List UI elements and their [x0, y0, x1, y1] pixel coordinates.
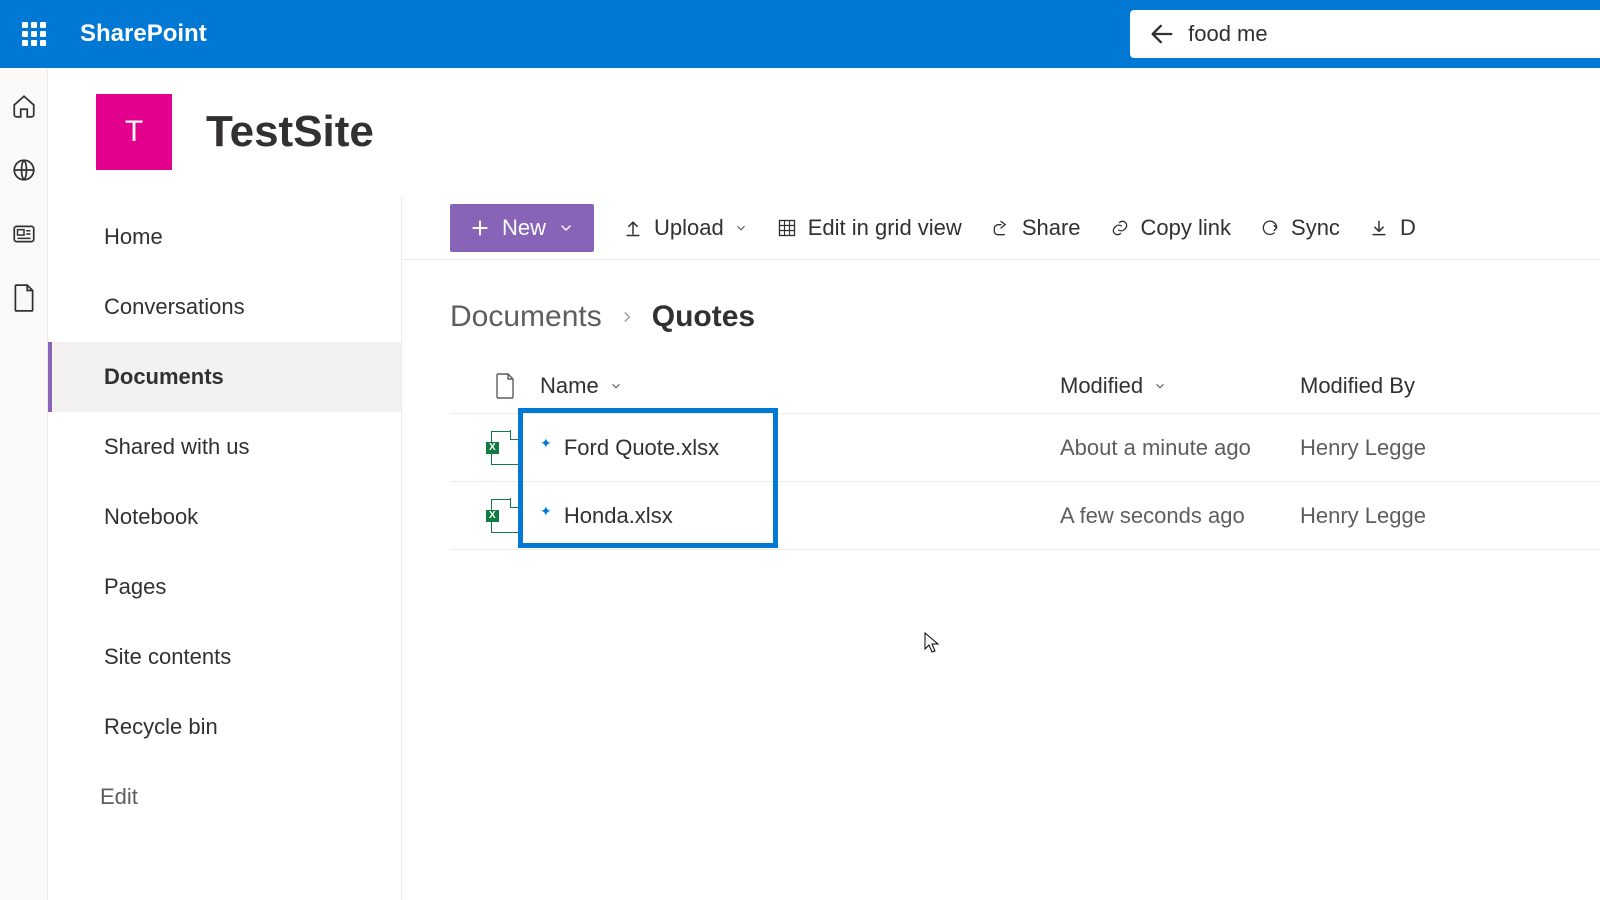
- globe-icon: [11, 157, 37, 183]
- site-title[interactable]: TestSite: [206, 107, 374, 157]
- brand-label[interactable]: SharePoint: [80, 20, 207, 48]
- top-bar: SharePoint: [0, 0, 1600, 68]
- table-row[interactable]: X ✦ Ford Quote.xlsx About a minute ago H…: [450, 414, 1600, 482]
- sync-icon: [1259, 217, 1281, 239]
- global-rail: [0, 68, 48, 900]
- edit-grid-button[interactable]: Edit in grid view: [776, 215, 962, 241]
- file-list: Name Modified Modified By: [402, 358, 1600, 550]
- breadcrumb-current: Quotes: [652, 300, 755, 334]
- grid-icon: [776, 217, 798, 239]
- download-label: D: [1400, 215, 1416, 241]
- copy-link-label: Copy link: [1141, 215, 1231, 241]
- document-icon: [495, 373, 515, 399]
- sync-label: Sync: [1291, 215, 1340, 241]
- new-indicator-icon: ✦: [540, 435, 552, 452]
- nav-recycle-bin[interactable]: Recycle bin: [48, 692, 401, 762]
- chevron-down-icon: [1153, 379, 1167, 393]
- nav-conversations[interactable]: Conversations: [48, 272, 401, 342]
- breadcrumb: Documents Quotes: [402, 260, 1600, 358]
- rail-home-button[interactable]: [10, 92, 38, 120]
- sync-button[interactable]: Sync: [1259, 215, 1340, 241]
- chevron-down-icon: [558, 220, 574, 236]
- copy-link-button[interactable]: Copy link: [1109, 215, 1231, 241]
- plus-icon: [470, 218, 490, 238]
- rail-globe-button[interactable]: [10, 156, 38, 184]
- site-nav: Home Conversations Documents Shared with…: [48, 196, 402, 900]
- list-header: Name Modified Modified By: [450, 358, 1600, 414]
- app-launcher-button[interactable]: [0, 0, 68, 68]
- chevron-right-icon: [618, 308, 636, 326]
- excel-icon: X: [491, 499, 519, 533]
- file-type-icon: X: [450, 499, 540, 533]
- upload-button[interactable]: Upload: [622, 215, 748, 241]
- file-name[interactable]: Ford Quote.xlsx: [564, 435, 719, 460]
- home-icon: [11, 93, 37, 119]
- waffle-icon: [22, 22, 46, 46]
- nav-shared-with-us[interactable]: Shared with us: [48, 412, 401, 482]
- upload-icon: [622, 217, 644, 239]
- share-button[interactable]: Share: [990, 215, 1081, 241]
- nav-notebook[interactable]: Notebook: [48, 482, 401, 552]
- site-logo[interactable]: T: [96, 94, 172, 170]
- file-icon: [13, 284, 35, 312]
- new-button-label: New: [502, 215, 546, 241]
- news-icon: [11, 221, 37, 247]
- download-icon: [1368, 217, 1390, 239]
- column-modified[interactable]: Modified: [1060, 373, 1300, 399]
- file-name[interactable]: Honda.xlsx: [564, 503, 673, 528]
- new-button[interactable]: New: [450, 204, 594, 252]
- modified-by-cell[interactable]: Henry Legge: [1300, 435, 1600, 461]
- search-back-button[interactable]: [1144, 14, 1180, 54]
- column-type-icon[interactable]: [450, 373, 540, 399]
- search-input[interactable]: [1188, 21, 1600, 47]
- nav-edit-link[interactable]: Edit: [48, 762, 401, 832]
- modified-by-cell[interactable]: Henry Legge: [1300, 503, 1600, 529]
- arrow-left-icon: [1148, 20, 1176, 48]
- upload-label: Upload: [654, 215, 724, 241]
- column-name-label: Name: [540, 373, 599, 399]
- column-modified-by-label: Modified By: [1300, 373, 1415, 399]
- search-box[interactable]: [1130, 10, 1600, 58]
- edit-grid-label: Edit in grid view: [808, 215, 962, 241]
- column-modified-label: Modified: [1060, 373, 1143, 399]
- nav-pages[interactable]: Pages: [48, 552, 401, 622]
- new-indicator-icon: ✦: [540, 503, 552, 520]
- column-name[interactable]: Name: [540, 373, 1060, 399]
- nav-documents[interactable]: Documents: [48, 342, 401, 412]
- modified-cell: About a minute ago: [1060, 435, 1300, 461]
- share-label: Share: [1022, 215, 1081, 241]
- breadcrumb-root[interactable]: Documents: [450, 300, 602, 334]
- site-header: T TestSite: [48, 68, 1600, 196]
- command-bar: New Upload: [402, 196, 1600, 260]
- content: T TestSite Home Conversations Documents …: [48, 68, 1600, 900]
- rows-wrapper: X ✦ Ford Quote.xlsx About a minute ago H…: [450, 414, 1600, 550]
- file-name-cell[interactable]: ✦ Honda.xlsx: [540, 503, 1060, 529]
- nav-site-contents[interactable]: Site contents: [48, 622, 401, 692]
- nav-home[interactable]: Home: [48, 202, 401, 272]
- body: T TestSite Home Conversations Documents …: [0, 68, 1600, 900]
- file-name-cell[interactable]: ✦ Ford Quote.xlsx: [540, 435, 1060, 461]
- column-modified-by[interactable]: Modified By: [1300, 373, 1600, 399]
- excel-icon: X: [491, 431, 519, 465]
- share-icon: [990, 217, 1012, 239]
- table-row[interactable]: X ✦ Honda.xlsx A few seconds ago Henry L…: [450, 482, 1600, 550]
- chevron-down-icon: [609, 379, 623, 393]
- link-icon: [1109, 217, 1131, 239]
- main: New Upload: [402, 196, 1600, 900]
- modified-cell: A few seconds ago: [1060, 503, 1300, 529]
- chevron-down-icon: [734, 221, 748, 235]
- rail-news-button[interactable]: [10, 220, 38, 248]
- columns: Home Conversations Documents Shared with…: [48, 196, 1600, 900]
- download-button[interactable]: D: [1368, 215, 1416, 241]
- rail-files-button[interactable]: [10, 284, 38, 312]
- file-type-icon: X: [450, 431, 540, 465]
